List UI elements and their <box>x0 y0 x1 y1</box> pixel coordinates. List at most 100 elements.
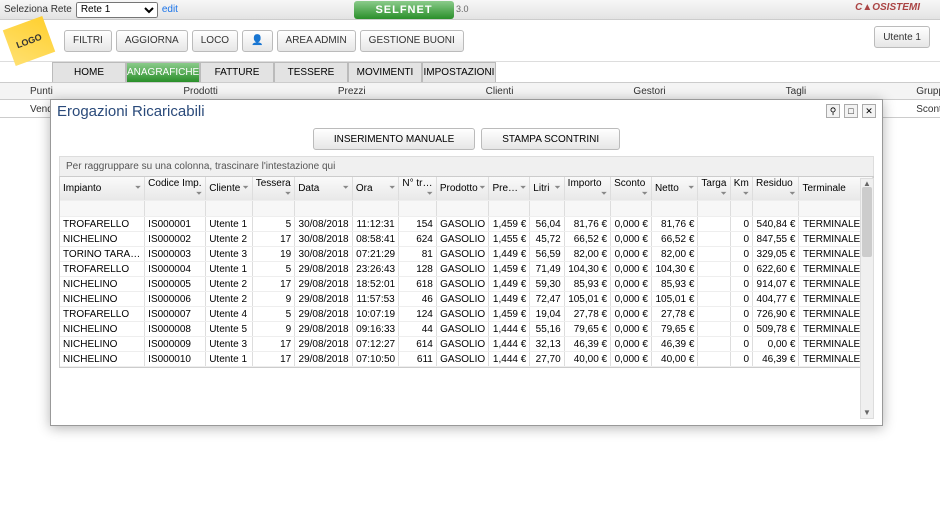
cell-importo: 85,93 € <box>564 277 610 292</box>
cell-prezzo: 1,449 € <box>489 292 530 307</box>
subtab-gestori[interactable]: Gestori <box>603 83 695 99</box>
col-header-residuo[interactable]: Residuo⏷ <box>753 177 799 201</box>
grid-scrollbar[interactable]: ▲ ▼ <box>860 178 874 419</box>
col-header-tessera[interactable]: Tessera⏷ <box>252 177 294 201</box>
table-row[interactable]: NICHELINOIS000008Utente 5929/08/201809:1… <box>60 322 873 337</box>
col-header-sconto[interactable]: Sconto⏷ <box>611 177 652 201</box>
scroll-thumb[interactable] <box>862 187 872 257</box>
filter-input[interactable] <box>440 203 486 214</box>
gestione-buoni-button[interactable]: GESTIONE BUONI <box>360 30 464 52</box>
cell-ntr: 128 <box>399 262 437 277</box>
col-header-data[interactable]: Data⏷ <box>295 177 353 201</box>
col-header-prodotto[interactable]: Prodotto⏷ <box>436 177 489 201</box>
filter-icon[interactable]: ⏷ <box>285 189 291 199</box>
col-header-importo[interactable]: Importo⏷ <box>564 177 610 201</box>
tab-fatture[interactable]: FATTURE <box>200 62 274 82</box>
filter-input[interactable] <box>734 203 749 214</box>
filter-input[interactable] <box>209 203 249 214</box>
filter-icon[interactable]: ⏷ <box>196 189 202 199</box>
subtab-tagli[interactable]: Tagli <box>756 83 837 99</box>
cell-cliente: Utente 4 <box>206 307 253 322</box>
table-row[interactable]: TORINO TARA…IS000003Utente 31930/08/2018… <box>60 247 873 262</box>
table-row[interactable]: NICHELINOIS000005Utente 21729/08/201818:… <box>60 277 873 292</box>
utente-button[interactable]: Utente 1 <box>874 26 930 48</box>
filter-icon[interactable]: ⏷ <box>135 183 141 193</box>
maximize-icon[interactable]: □ <box>844 104 858 118</box>
edit-link[interactable]: edit <box>162 4 178 15</box>
filter-icon[interactable]: ⏷ <box>389 183 395 193</box>
table-row[interactable]: NICHELINOIS000009Utente 31729/08/201807:… <box>60 337 873 352</box>
col-header-impianto[interactable]: Impianto⏷ <box>60 177 145 201</box>
filter-icon[interactable]: ⏷ <box>720 189 726 199</box>
filter-input[interactable] <box>63 203 141 214</box>
filter-input[interactable] <box>256 203 291 214</box>
table-row[interactable]: NICHELINOIS000006Utente 2929/08/201811:5… <box>60 292 873 307</box>
table-row[interactable]: TROFARELLOIS000001Utente 1530/08/201811:… <box>60 217 873 232</box>
col-header-ora[interactable]: Ora⏷ <box>352 177 398 201</box>
table-row[interactable]: TROFARELLOIS000007Utente 4529/08/201810:… <box>60 307 873 322</box>
filtri-button[interactable]: FILTRI <box>64 30 112 52</box>
table-row[interactable]: NICHELINOIS000010Utente 11729/08/201807:… <box>60 352 873 367</box>
subtab-clienti[interactable]: Clienti <box>456 83 544 99</box>
loco-button[interactable]: LOCO <box>192 30 238 52</box>
stampa-scontrini-button[interactable]: STAMPA SCONTRINI <box>481 128 620 150</box>
cell-data: 29/08/2018 <box>295 277 353 292</box>
filter-input[interactable] <box>356 203 395 214</box>
filter-icon[interactable]: ⏷ <box>554 183 560 193</box>
filter-icon[interactable]: ⏷ <box>520 183 526 193</box>
table-row[interactable]: TROFARELLOIS000004Utente 1529/08/201823:… <box>60 262 873 277</box>
scroll-down-icon[interactable]: ▼ <box>861 408 873 418</box>
filter-input[interactable] <box>533 203 560 214</box>
pin-icon[interactable]: ⚲ <box>826 104 840 118</box>
filter-input[interactable] <box>614 203 648 214</box>
tab-tessere[interactable]: TESSERE <box>274 62 348 82</box>
col-header-cliente[interactable]: Cliente⏷ <box>206 177 253 201</box>
col-header-pre-[interactable]: Pre…⏷ <box>489 177 530 201</box>
filter-icon[interactable]: ⏷ <box>601 189 607 199</box>
filter-input[interactable] <box>701 203 726 214</box>
tab-movimenti[interactable]: MOVIMENTI <box>348 62 422 82</box>
col-header-targa[interactable]: Targa⏷ <box>698 177 730 201</box>
cell-ora: 07:10:50 <box>352 352 398 367</box>
filter-icon[interactable]: ⏷ <box>743 189 749 199</box>
filter-input[interactable] <box>148 203 202 214</box>
subtab-prodotti[interactable]: Prodotti <box>153 83 247 99</box>
col-header-codice-imp-[interactable]: Codice Imp.⏷ <box>145 177 206 201</box>
filter-input[interactable] <box>756 203 795 214</box>
col-header-litri[interactable]: Litri⏷ <box>530 177 564 201</box>
cell-km: 0 <box>730 322 752 337</box>
filter-icon[interactable]: ⏷ <box>789 189 795 199</box>
filter-icon[interactable]: ⏷ <box>479 183 485 193</box>
group-hint[interactable]: Per raggruppare su una colonna, trascina… <box>59 156 874 176</box>
filter-icon[interactable]: ⏷ <box>343 183 349 193</box>
filter-input[interactable] <box>568 203 607 214</box>
filter-icon[interactable]: ⏷ <box>642 189 648 199</box>
cell-importo: 104,30 € <box>564 262 610 277</box>
inserimento-manuale-button[interactable]: INSERIMENTO MANUALE <box>313 128 475 150</box>
close-icon[interactable]: ✕ <box>862 104 876 118</box>
subtab-gruppi[interactable]: Gruppi Sconto <box>886 83 940 99</box>
filter-icon[interactable]: ⏷ <box>242 183 248 193</box>
filter-icon[interactable]: ⏷ <box>426 189 432 199</box>
tab-home[interactable]: HOME <box>52 62 126 82</box>
table-row[interactable]: NICHELINOIS000002Utente 21730/08/201808:… <box>60 232 873 247</box>
col-header-n-tr-[interactable]: N° tr…⏷ <box>399 177 437 201</box>
subtab-punti[interactable]: Punti Vendita <box>0 83 93 99</box>
filter-input[interactable] <box>655 203 694 214</box>
filter-input[interactable] <box>402 203 433 214</box>
user-icon-button[interactable]: 👤 <box>242 30 272 52</box>
tab-impostazioni[interactable]: IMPOSTAZIONI <box>422 62 496 82</box>
col-header-km[interactable]: Km⏷ <box>730 177 752 201</box>
col-header-netto[interactable]: Netto⏷ <box>651 177 697 201</box>
cell-importo: 40,00 € <box>564 352 610 367</box>
filter-input[interactable] <box>298 203 349 214</box>
cell-ora: 18:52:01 <box>352 277 398 292</box>
select-rete[interactable]: Rete 1 <box>76 2 158 18</box>
aggiorna-button[interactable]: AGGIORNA <box>116 30 188 52</box>
area-admin-button[interactable]: AREA ADMIN <box>277 30 356 52</box>
modal-buttons: INSERIMENTO MANUALE STAMPA SCONTRINI <box>59 128 874 150</box>
tab-anagrafiche[interactable]: ANAGRAFICHE <box>126 62 200 82</box>
filter-icon[interactable]: ⏷ <box>688 183 694 193</box>
subtab-prezzi[interactable]: Prezzi <box>308 83 396 99</box>
filter-input[interactable] <box>492 203 526 214</box>
